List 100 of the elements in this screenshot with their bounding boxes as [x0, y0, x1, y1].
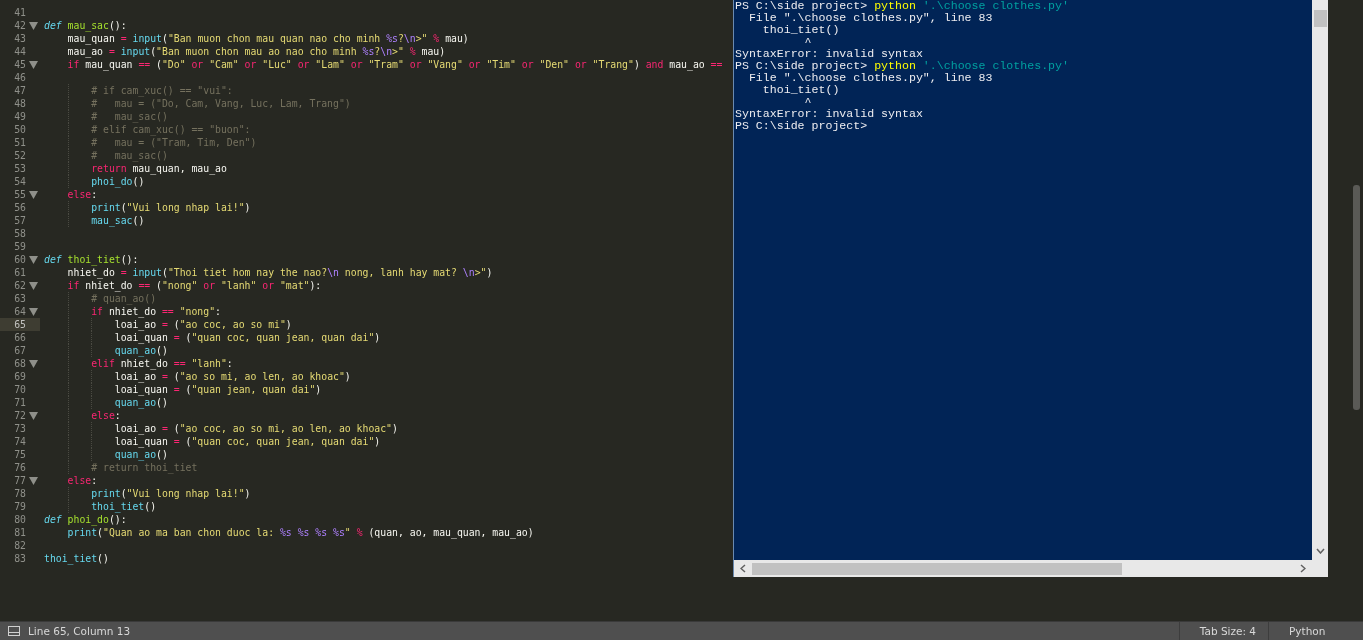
line-number: 73	[13, 422, 26, 435]
code-line: loai_quan = ("quan coc, quan jean, quan dai")	[113, 435, 381, 448]
code-line: quan_ao()	[113, 396, 168, 409]
line-number: 63	[13, 292, 26, 305]
line-number: 71	[13, 396, 26, 409]
line-number: 56	[13, 201, 26, 214]
terminal-line: SyntaxError: invalid syntax	[735, 108, 924, 120]
line-number: 81	[13, 526, 26, 539]
line-number: 46	[13, 71, 26, 84]
fold-arrow-icon[interactable]	[28, 21, 38, 30]
code-line: # elif cam_xuc() == "buon":	[90, 123, 251, 136]
syntax-selector[interactable]: Python	[1268, 622, 1363, 640]
code-line: if mau_quan == ("Do" or "Cam" or "Luc" or "Lam" or "Tram" or "Vang" or "Tim" or "Den" or "Trang") and mau_ao ==	[66, 58, 723, 71]
code-line: quan_ao()	[113, 344, 168, 357]
scroll-down-icon[interactable]	[1315, 548, 1325, 554]
fold-arrow-icon[interactable]	[28, 255, 38, 264]
line-number: 82	[13, 539, 26, 552]
terminal-line: ^	[803, 96, 813, 108]
line-number: 70	[13, 383, 26, 396]
line-number: 65	[13, 318, 26, 331]
code-line: # mau = ("Do, Cam, Vang, Luc, Lam, Trang")	[90, 97, 351, 110]
line-number: 68	[13, 357, 26, 370]
line-number: 57	[13, 214, 26, 227]
line-number: 61	[13, 266, 26, 279]
fold-arrow-icon[interactable]	[28, 359, 38, 368]
code-line: quan_ao()	[113, 448, 168, 461]
fold-arrow-icon[interactable]	[28, 411, 38, 420]
line-number: 66	[13, 331, 26, 344]
fold-arrow-icon[interactable]	[28, 281, 38, 290]
fold-arrow-icon[interactable]	[28, 190, 38, 199]
code-line: nhiet_do = input("Thoi tiet hom nay the nao?\n nong, lanh hay mat? \n>")	[66, 266, 493, 279]
code-line: thoi_tiet()	[90, 500, 157, 513]
line-number: 79	[13, 500, 26, 513]
scroll-left-icon[interactable]	[740, 564, 746, 573]
terminal-line: SyntaxError: invalid syntax	[735, 48, 924, 60]
line-number: 41	[13, 6, 26, 19]
code-line: elif nhiet_do == "lanh":	[90, 357, 233, 370]
line-number: 48	[13, 97, 26, 110]
line-number: 44	[13, 45, 26, 58]
code-line: loai_quan = ("quan jean, quan dai")	[113, 383, 322, 396]
line-number: 54	[13, 175, 26, 188]
scroll-right-icon[interactable]	[1300, 564, 1306, 573]
fold-arrow-icon[interactable]	[28, 60, 38, 69]
code-line: if nhiet_do == "nong":	[90, 305, 221, 318]
terminal-line: PS C:\side project> python '.\choose clothes.py'	[735, 0, 1070, 12]
code-line: else:	[66, 188, 98, 201]
line-number: 42	[13, 19, 26, 32]
terminal-window[interactable]	[733, 0, 1328, 577]
tab-size-selector[interactable]: Tab Size: 4	[1178, 622, 1268, 640]
terminal-line: ^	[803, 36, 813, 48]
code-line: print("Quan ao ma ban chon duoc la: %s %s %s %s" % (quan, ao, mau_quan, mau_ao)	[66, 526, 534, 539]
panel-toggle-icon[interactable]	[8, 626, 20, 636]
scroll-thumb[interactable]	[752, 562, 1122, 575]
code-line: thoi_tiet()	[44, 552, 109, 565]
fold-arrow-icon[interactable]	[28, 476, 38, 485]
fold-arrow-icon[interactable]	[28, 307, 38, 316]
line-number: 43	[13, 32, 26, 45]
scroll-thumb[interactable]	[1313, 10, 1327, 27]
line-number: 72	[13, 409, 26, 422]
line-number: 49	[13, 110, 26, 123]
code-line: # mau_sac()	[90, 149, 168, 162]
terminal-line: thoi_tiet()	[761, 24, 841, 36]
scrollbar[interactable]	[734, 560, 1328, 577]
code-line: if nhiet_do == ("nong" or "lanh" or "mat"):	[66, 279, 322, 292]
line-number: 50	[13, 123, 26, 136]
terminal-line: File ".\choose clothes.py", line 83	[747, 12, 994, 24]
line-number: 52	[13, 149, 26, 162]
terminal-line: PS C:\side project> python '.\choose clothes.py'	[735, 60, 1070, 72]
code-line: def thoi_tiet():	[44, 253, 139, 266]
code-line: mau_quan = input("Ban muon chon mau quan nao cho minh %s?\n>" % mau)	[66, 32, 469, 45]
code-line: else:	[90, 409, 121, 422]
line-number: 62	[13, 279, 26, 292]
terminal-line: thoi_tiet()	[761, 84, 841, 96]
line-number: 45	[13, 58, 26, 71]
code-line: loai_quan = ("quan coc, quan jean, quan dai")	[113, 331, 381, 344]
scroll-thumb[interactable]	[1353, 185, 1360, 410]
code-line: loai_ao = ("ao coc, ao so mi, ao len, ao khoac")	[113, 422, 398, 435]
code-line: def phoi_do():	[44, 513, 127, 526]
code-line: print("Vui long nhap lai!")	[90, 487, 251, 500]
line-number: 76	[13, 461, 26, 474]
line-number: 77	[13, 474, 26, 487]
line-number: 55	[13, 188, 26, 201]
terminal-line: PS C:\side project>	[735, 120, 869, 132]
line-number: 53	[13, 162, 26, 175]
code-line: # quan_ao()	[90, 292, 157, 305]
code-line: else:	[66, 474, 98, 487]
terminal-line: File ".\choose clothes.py", line 83	[747, 72, 994, 84]
code-line: def mau_sac():	[44, 19, 127, 32]
code-line: phoi_do()	[90, 175, 145, 188]
line-number: 78	[13, 487, 26, 500]
line-number: 80	[13, 513, 26, 526]
code-line: mau_ao = input("Ban muon chon mau ao nao cho minh %s?\n>" % mau)	[66, 45, 446, 58]
line-number: 67	[13, 344, 26, 357]
line-number: 69	[13, 370, 26, 383]
cursor-position: Line 65, Column 13	[28, 625, 131, 637]
line-number: 60	[13, 253, 26, 266]
code-line: print("Vui long nhap lai!")	[90, 201, 251, 214]
line-number: 74	[13, 435, 26, 448]
line-number: 58	[13, 227, 26, 240]
scrollbar[interactable]	[1312, 0, 1328, 560]
